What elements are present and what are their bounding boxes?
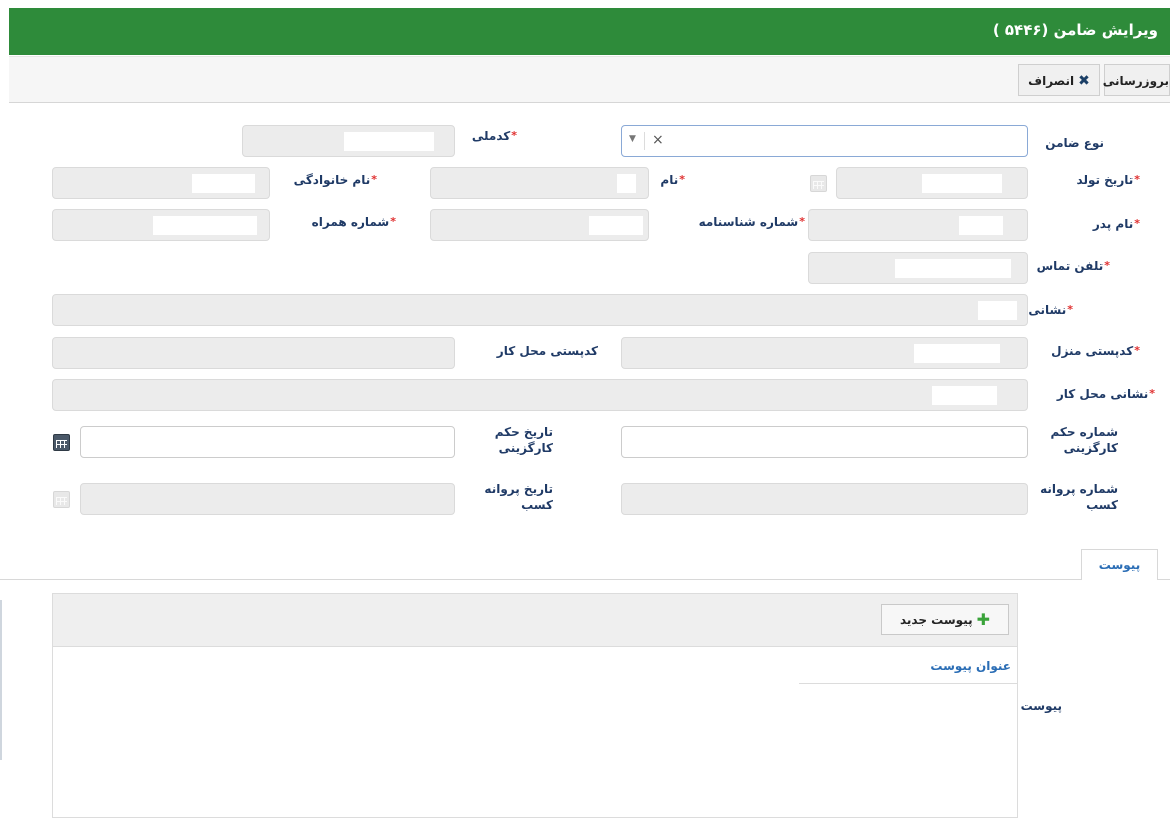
tab-divider [0, 579, 1081, 580]
attachment-title-column-header[interactable]: عنوان پیوست [799, 648, 1017, 684]
toolbar: بروزرسانی ✖انصراف [9, 56, 1170, 103]
national-code-label: *کدملی [471, 129, 517, 143]
new-attachment-button[interactable]: ✚پیوست جدید [881, 604, 1009, 635]
left-edge-bar [0, 600, 2, 760]
calendar-icon[interactable] [53, 491, 70, 508]
address-field[interactable] [52, 294, 1028, 326]
window-title-bar: ویرایش ضامن (۵۴۴۶ ) [9, 8, 1170, 55]
home-postal-label: *کدپستی منزل [1051, 344, 1140, 358]
id-number-label: *شماره شناسنامه [698, 215, 805, 229]
guarantor-type-label: نوع ضامن [1045, 136, 1104, 150]
work-address-label: *نشانی محل کار [1056, 387, 1155, 401]
last-name-field[interactable] [52, 167, 270, 199]
mobile-field[interactable] [52, 209, 270, 241]
new-attachment-label: پیوست جدید [899, 613, 973, 627]
father-name-label: *نام پدر [1092, 217, 1140, 231]
update-button-label: بروزرسانی [1102, 74, 1169, 88]
tab-attachments[interactable]: پیوست [1081, 549, 1158, 580]
national-code-field[interactable] [242, 125, 455, 157]
business-license-number-label: شماره پروانه کسب [1040, 482, 1118, 512]
tab-divider [1157, 579, 1170, 580]
cancel-button[interactable]: ✖انصراف [1018, 64, 1100, 96]
guarantor-type-select[interactable]: ▼ × [621, 125, 1028, 157]
attachments-panel-header: ✚پیوست جدید [53, 594, 1017, 647]
attachments-panel: ✚پیوست جدید عنوان پیوست [52, 593, 1018, 818]
update-button[interactable]: بروزرسانی [1102, 64, 1170, 96]
plus-icon: ✚ [976, 610, 991, 629]
work-address-field[interactable] [52, 379, 1028, 411]
clear-icon[interactable]: × [652, 132, 664, 148]
home-postal-field[interactable] [621, 337, 1028, 369]
chevron-down-icon[interactable]: ▼ [629, 134, 636, 144]
address-label: *نشانی [1028, 303, 1073, 317]
birth-date-label: *تاریخ تولد [1076, 173, 1140, 187]
window-title: ویرایش ضامن (۵۴۴۶ ) [992, 21, 1158, 39]
birth-date-field[interactable] [836, 167, 1028, 199]
close-icon: ✖ [1078, 73, 1090, 89]
business-license-number-field[interactable] [621, 483, 1028, 515]
phone-label: *تلفن تماس [1036, 259, 1110, 273]
employment-order-number-label: شماره حکم کارگزینی [1050, 425, 1118, 455]
employment-order-number-field[interactable] [621, 426, 1028, 458]
calendar-icon[interactable] [53, 434, 70, 451]
mobile-label: *شماره همراه [311, 215, 396, 229]
attachments-section-label: پیوست [1020, 699, 1062, 713]
work-postal-label: کدپستی محل کار [496, 344, 598, 358]
calendar-icon[interactable] [810, 175, 827, 192]
last-name-label: *نام خانوادگی [293, 173, 377, 187]
employment-order-date-label: تاریخ حکم کارگزینی [494, 425, 553, 455]
select-separator [644, 132, 645, 150]
id-number-field[interactable] [430, 209, 649, 241]
first-name-field[interactable] [430, 167, 649, 199]
first-name-label: *نام [660, 173, 685, 187]
father-name-field[interactable] [808, 209, 1028, 241]
business-license-date-field[interactable] [80, 483, 455, 515]
cancel-button-label: انصراف [1028, 74, 1075, 88]
phone-field[interactable] [808, 252, 1028, 284]
work-postal-field[interactable] [52, 337, 455, 369]
employment-order-date-field[interactable] [80, 426, 455, 458]
business-license-date-label: تاریخ پروانه کسب [484, 482, 553, 512]
